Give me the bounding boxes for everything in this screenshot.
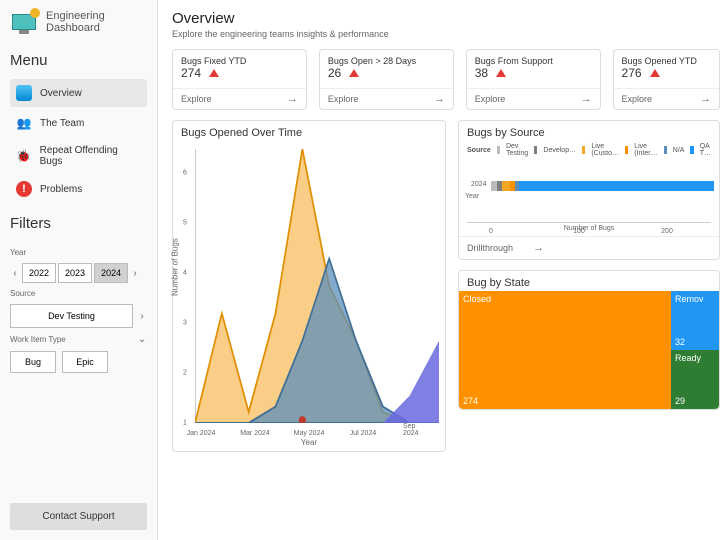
year-2022-button[interactable]: 2022 [22, 263, 56, 283]
logo: Engineering Dashboard [10, 8, 147, 40]
year-label: Year [10, 248, 147, 257]
kpi-value: 38 [475, 66, 488, 80]
overview-icon [16, 85, 32, 101]
year-2024-button[interactable]: 2024 [94, 263, 128, 283]
main-content: Overview Explore the engineering teams i… [158, 0, 720, 540]
year-selector: ‹ 2022 2023 2024 › [10, 263, 147, 283]
arrow-right-icon: → [700, 93, 711, 105]
kpi-value: 274 [181, 66, 201, 80]
wit-bug-button[interactable]: Bug [10, 351, 56, 373]
contact-support-button[interactable]: Contact Support [10, 503, 147, 530]
x-axis-label: Year [173, 438, 445, 447]
bug-icon: 🐞 [16, 148, 32, 164]
legend: Source Dev Testing Develop… Live (Custo…… [459, 141, 719, 159]
chart-title: Bugs Opened Over Time [173, 121, 445, 141]
wit-expand-icon[interactable]: ⌄ [137, 334, 147, 345]
sidebar-item-overview[interactable]: Overview [10, 79, 147, 107]
kpi-title: Bugs From Support [475, 56, 592, 66]
chart-bugs-by-source: Bugs by Source Source Dev Testing Develo… [458, 120, 720, 260]
trend-up-icon [650, 69, 660, 77]
filters-panel: Year ‹ 2022 2023 2024 › Source Dev Testi… [10, 248, 147, 373]
source-next-button[interactable]: › [137, 311, 147, 322]
year-next-button[interactable]: › [130, 268, 140, 279]
bar-chart: Year 2024 0 100 200 [467, 163, 711, 223]
chart-bug-by-state: Bug by State Closed 274 Remov 32 [458, 270, 720, 410]
logo-icon [10, 10, 38, 34]
arrow-right-icon: → [581, 93, 592, 105]
app-frame: Engineering Dashboard Menu Overview 👥 Th… [0, 0, 720, 540]
app-title: Engineering Dashboard [46, 10, 105, 34]
sidebar-item-repeat-bugs[interactable]: 🐞 Repeat Offending Bugs [10, 139, 147, 173]
sidebar-item-label: Problems [40, 184, 82, 195]
chart-bugs-over-time: Bugs Opened Over Time Number of Bugs Yea… [172, 120, 446, 452]
kpi-explore-button[interactable]: Explore→ [614, 88, 719, 109]
menu-list: Overview 👥 The Team 🐞 Repeat Offending B… [10, 79, 147, 203]
wit-epic-button[interactable]: Epic [62, 351, 108, 373]
kpi-bugs-opened: Bugs Opened YTD 276 Explore→ [613, 49, 720, 110]
kpi-explore-button[interactable]: Explore→ [467, 88, 600, 109]
year-prev-button[interactable]: ‹ [10, 268, 20, 279]
kpi-bugs-fixed: Bugs Fixed YTD 274 Explore→ [172, 49, 307, 110]
team-icon: 👥 [16, 115, 32, 131]
arrow-right-icon: → [287, 93, 298, 105]
state-closed[interactable]: Closed 274 [459, 291, 671, 409]
problem-icon: ! [16, 181, 32, 197]
y-axis-label: Number of Bugs [171, 238, 180, 296]
chart-title: Bugs by Source [459, 121, 719, 141]
state-ready[interactable]: Ready 29 [671, 350, 719, 409]
kpi-title: Bugs Open > 28 Days [328, 56, 445, 66]
source-select[interactable]: Dev Testing [10, 304, 133, 328]
kpi-title: Bugs Opened YTD [622, 56, 711, 66]
filters-heading: Filters [10, 215, 147, 232]
arrow-right-icon: → [533, 242, 544, 254]
wit-options: Bug Epic [10, 351, 147, 373]
state-removed[interactable]: Remov 32 [671, 291, 719, 350]
kpi-explore-button[interactable]: Explore→ [320, 88, 453, 109]
trend-up-icon [209, 69, 219, 77]
page-subtitle: Explore the engineering teams insights &… [172, 29, 720, 39]
kpi-bugs-open-28: Bugs Open > 28 Days 26 Explore→ [319, 49, 454, 110]
x-axis-label: Number of Bugs [459, 225, 719, 236]
arrow-right-icon: → [434, 93, 445, 105]
sidebar-item-label: Repeat Offending Bugs [40, 145, 141, 167]
sidebar-item-team[interactable]: 👥 The Team [10, 109, 147, 137]
source-label: Source [10, 289, 147, 298]
page-title: Overview [172, 10, 720, 27]
sidebar-item-label: Overview [40, 88, 82, 99]
right-column: Bugs by Source Source Dev Testing Develo… [458, 120, 720, 452]
area-svg [195, 149, 439, 423]
trend-up-icon [349, 69, 359, 77]
wit-label: Work Item Type [10, 335, 66, 344]
drillthrough-button[interactable]: Drillthrough→ [459, 236, 719, 259]
menu-heading: Menu [10, 52, 147, 69]
kpi-title: Bugs Fixed YTD [181, 56, 298, 66]
trend-up-icon [496, 69, 506, 77]
sidebar-item-label: The Team [40, 118, 84, 129]
chart-title: Bug by State [459, 271, 719, 291]
kpi-explore-button[interactable]: Explore→ [173, 88, 306, 109]
chart-body: Number of Bugs Year 1 2 3 4 5 6 Jan 2024… [173, 141, 445, 451]
treemap: Closed 274 Remov 32 Ready 29 [459, 291, 719, 409]
kpi-row: Bugs Fixed YTD 274 Explore→ Bugs Open > … [172, 49, 720, 110]
kpi-value: 276 [622, 66, 642, 80]
kpi-value: 26 [328, 66, 341, 80]
sidebar: Engineering Dashboard Menu Overview 👥 Th… [0, 0, 158, 540]
sidebar-item-problems[interactable]: ! Problems [10, 175, 147, 203]
year-2023-button[interactable]: 2023 [58, 263, 92, 283]
kpi-bugs-support: Bugs From Support 38 Explore→ [466, 49, 601, 110]
charts-row: Bugs Opened Over Time Number of Bugs Yea… [172, 120, 720, 452]
